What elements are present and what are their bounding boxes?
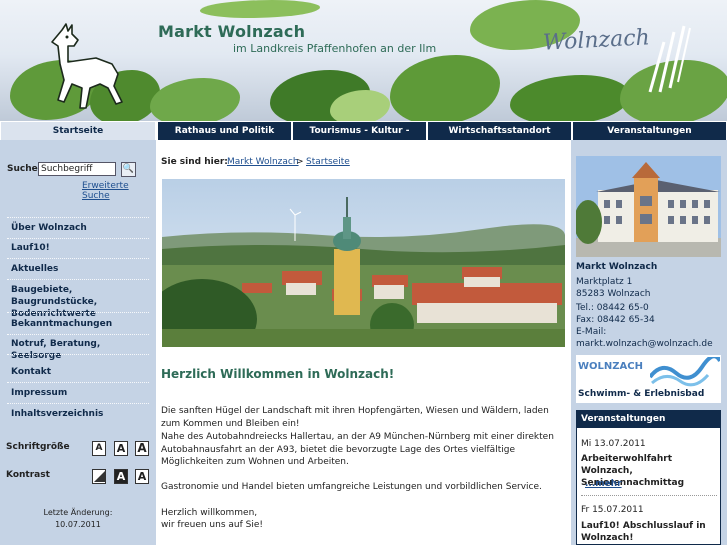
events-heading[interactable]: Veranstaltungen: [577, 411, 720, 428]
nav-wirtschaftsstandort[interactable]: Wirtschaftsstandort: [428, 122, 571, 140]
site-subtitle: im Landkreis Pfaffenhofen an der Ilm: [233, 42, 437, 55]
last-change-date: 10.07.2011: [55, 520, 101, 529]
menu-divider: [7, 238, 149, 239]
font-size-large-button[interactable]: A: [135, 441, 149, 456]
address-phone: Tel.: 08442 65-0: [576, 303, 649, 313]
menu-item-ueber-wolnzach[interactable]: Über Wolnzach: [11, 222, 149, 234]
intro-paragraph-1: Die sanften Hügel der Landschaft mit ihr…: [161, 406, 549, 429]
intro-paragraph-3: Gastronomie und Handel bieten umfangreic…: [161, 482, 542, 492]
menu-item-baugebiete[interactable]: Baugebiete, Baugrundstücke, Bodenrichtwe…: [11, 284, 149, 320]
brand-stripes-icon: [648, 25, 691, 93]
welcome-heading: Herzlich Willkommen in Wolnzach!: [161, 367, 395, 381]
hop-leaf-decoration: [390, 55, 500, 121]
hop-leaf-decoration: [200, 0, 320, 18]
nav-tourismus-kultur-freizeit[interactable]: Tourismus - Kultur - Freizeit: [293, 122, 426, 154]
breadcrumb-link-startseite[interactable]: Startseite: [306, 157, 350, 167]
address-street: Marktplatz 1: [576, 277, 633, 287]
search-icon: 🔍: [122, 164, 135, 174]
greeting-line-2: wir freuen uns auf Sie!: [161, 520, 264, 530]
menu-item-bekanntmachungen[interactable]: Bekanntmachungen: [11, 318, 149, 330]
menu-item-inhaltsverzeichnis[interactable]: Inhaltsverzeichnis: [11, 408, 149, 420]
site-title[interactable]: Markt Wolnzach: [158, 22, 305, 41]
wolnzach-brand-logo: Wolnzach: [542, 25, 651, 56]
event-divider: [581, 495, 717, 496]
nav-rathaus-politik[interactable]: Rathaus und Politik: [158, 122, 291, 140]
address-email-link[interactable]: markt.wolnzach@wolnzach.de: [576, 338, 713, 350]
font-size-label: Schriftgröße: [6, 442, 70, 452]
event-date: Mi 13.07.2011: [581, 439, 646, 449]
last-change-label: Letzte Änderung:: [43, 508, 113, 517]
event-date: Fr 15.07.2011: [581, 505, 644, 515]
menu-divider: [7, 312, 149, 313]
events-box: Veranstaltungen Mi 13.07.2011 Arbeiterwo…: [576, 410, 721, 545]
menu-item-impressum[interactable]: Impressum: [11, 387, 149, 399]
menu-divider: [7, 334, 149, 335]
menu-item-aktuelles[interactable]: Aktuelles: [11, 263, 149, 275]
search-button[interactable]: 🔍: [121, 162, 136, 177]
main-content: Sie sind hier: Markt Wolnzach > Startsei…: [156, 140, 571, 545]
hop-leaf-decoration: [510, 75, 630, 121]
nav-veranstaltungen[interactable]: Veranstaltungen: [573, 122, 726, 140]
breadcrumb-separator: >: [296, 157, 304, 167]
event-more-link[interactable]: ...mehr: [585, 479, 622, 489]
address-name: Markt Wolnzach: [576, 262, 658, 272]
contrast-light-button[interactable]: A: [135, 469, 149, 484]
font-size-medium-button[interactable]: A: [114, 441, 128, 456]
nav-startseite[interactable]: Startseite: [1, 122, 155, 140]
search-label: Suche: [7, 164, 38, 174]
breadcrumb-link-markt-wolnzach[interactable]: Markt Wolnzach: [227, 157, 299, 167]
menu-divider: [7, 279, 149, 280]
menu-divider: [7, 354, 149, 355]
right-sidebar: Markt Wolnzach Marktplatz 1 85283 Wolnza…: [571, 140, 727, 545]
swimming-pool-banner[interactable]: WOLNZACH Schwimm- & Erlebnisbad: [576, 355, 721, 403]
font-size-small-button[interactable]: A: [92, 441, 106, 456]
search-input[interactable]: [38, 162, 116, 176]
breadcrumb-label: Sie sind hier:: [161, 157, 228, 167]
menu-divider: [7, 258, 149, 259]
page-header: Markt Wolnzach im Landkreis Pfaffenhofen…: [0, 0, 727, 121]
wave-icon: [650, 357, 720, 387]
menu-divider: [7, 403, 149, 404]
pool-banner-title: WOLNZACH: [578, 361, 643, 372]
contrast-normal-icon: [94, 471, 105, 482]
deer-logo-icon: [51, 23, 123, 109]
contrast-dark-button[interactable]: A: [114, 469, 128, 484]
menu-item-notruf[interactable]: Notruf, Beratung, Seelsorge: [11, 338, 149, 362]
advanced-search-link[interactable]: Erweiterte Suche: [82, 181, 156, 201]
left-sidebar: Suche 🔍 Erweiterte Suche Über Wolnzach L…: [0, 140, 156, 545]
pool-banner-subtitle: Schwimm- & Erlebnisbad: [578, 389, 705, 399]
hop-leaf-decoration: [150, 78, 240, 121]
main-navigation: Startseite Rathaus und Politik Tourismus…: [0, 121, 727, 154]
address-fax: Fax: 08442 65-34: [576, 315, 655, 325]
menu-divider: [7, 382, 149, 383]
address-city: 85283 Wolnzach: [576, 289, 651, 299]
greeting-line-1: Herzlich willkommen,: [161, 508, 258, 518]
event-title[interactable]: Lauf10! Abschlusslauf in Wolnzach!: [581, 520, 717, 544]
menu-divider: [7, 217, 149, 218]
contrast-label: Kontrast: [6, 470, 50, 480]
town-panorama-image: [162, 179, 565, 347]
intro-paragraph-2: Nahe des Autobahndreiecks Hallertau, an …: [161, 432, 554, 467]
contrast-normal-button[interactable]: [92, 469, 106, 484]
menu-item-lauf10[interactable]: Lauf10!: [11, 242, 149, 254]
menu-item-kontakt[interactable]: Kontakt: [11, 366, 149, 378]
town-hall-image: [576, 156, 721, 257]
address-email-label: E-Mail:: [576, 327, 607, 337]
